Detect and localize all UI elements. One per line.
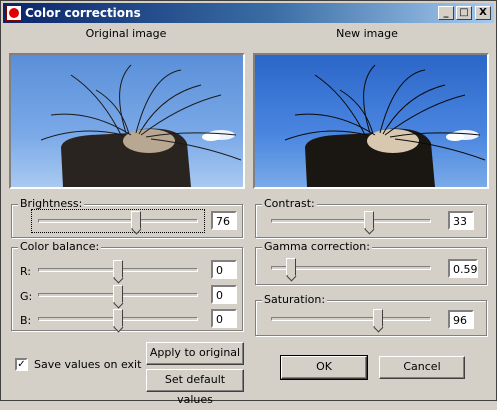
blue-channel-label: B: bbox=[20, 314, 32, 327]
ok-button[interactable]: OK bbox=[280, 355, 368, 380]
brightness-slider[interactable] bbox=[31, 209, 205, 233]
original-image-preview bbox=[9, 53, 245, 189]
window-title: Color corrections bbox=[25, 6, 141, 20]
maximize-button[interactable]: □ bbox=[456, 6, 472, 20]
cancel-button[interactable]: Cancel bbox=[379, 356, 465, 379]
red-thumb[interactable] bbox=[113, 260, 123, 278]
saturation-label: Saturation: bbox=[262, 293, 328, 306]
app-icon bbox=[6, 5, 22, 21]
green-value-field[interactable]: 0 bbox=[211, 285, 237, 304]
gamma-thumb[interactable] bbox=[286, 258, 296, 276]
new-image-caption: New image bbox=[336, 27, 398, 40]
green-channel-label: G: bbox=[20, 290, 33, 303]
set-default-values-button[interactable]: Set default values bbox=[146, 369, 244, 406]
title-bar[interactable]: Color corrections _ □ X bbox=[3, 3, 494, 23]
gamma-value-field[interactable]: 0.59 bbox=[448, 259, 478, 278]
blue-value-field[interactable]: 0 bbox=[211, 309, 237, 328]
save-values-label[interactable]: Save values on exit bbox=[34, 358, 141, 371]
contrast-label: Contrast: bbox=[262, 197, 317, 210]
saturation-slider[interactable] bbox=[265, 308, 437, 330]
brightness-thumb[interactable] bbox=[131, 211, 141, 229]
new-image-preview bbox=[253, 53, 489, 189]
blue-slider[interactable] bbox=[32, 308, 204, 330]
red-value-field[interactable]: 0 bbox=[211, 260, 237, 279]
saturation-thumb[interactable] bbox=[373, 309, 383, 327]
gamma-slider[interactable] bbox=[265, 257, 437, 279]
brightness-track bbox=[38, 219, 198, 223]
brightness-label: Brightness: bbox=[18, 197, 85, 210]
apply-to-original-button[interactable]: Apply to original bbox=[146, 342, 244, 365]
saturation-track bbox=[271, 317, 431, 321]
green-thumb[interactable] bbox=[113, 285, 123, 303]
color-corrections-dialog: Color corrections _ □ X Original image N… bbox=[0, 0, 497, 406]
gamma-label: Gamma correction: bbox=[262, 240, 372, 253]
minimize-button[interactable]: _ bbox=[438, 6, 454, 20]
contrast-thumb[interactable] bbox=[364, 211, 374, 229]
contrast-slider[interactable] bbox=[265, 210, 437, 232]
red-channel-label: R: bbox=[20, 265, 32, 278]
original-image-caption: Original image bbox=[85, 27, 167, 40]
color-balance-label: Color balance: bbox=[18, 240, 102, 253]
blue-thumb[interactable] bbox=[113, 309, 123, 327]
close-button[interactable]: X bbox=[475, 6, 491, 20]
brightness-value-field[interactable]: 76 bbox=[211, 211, 237, 230]
save-values-checkbox[interactable]: ✓ bbox=[15, 358, 28, 371]
contrast-track bbox=[271, 219, 431, 223]
green-slider[interactable] bbox=[32, 284, 204, 306]
contrast-value-field[interactable]: 33 bbox=[448, 211, 474, 230]
saturation-value-field[interactable]: 96 bbox=[448, 310, 474, 329]
red-slider[interactable] bbox=[32, 259, 204, 281]
